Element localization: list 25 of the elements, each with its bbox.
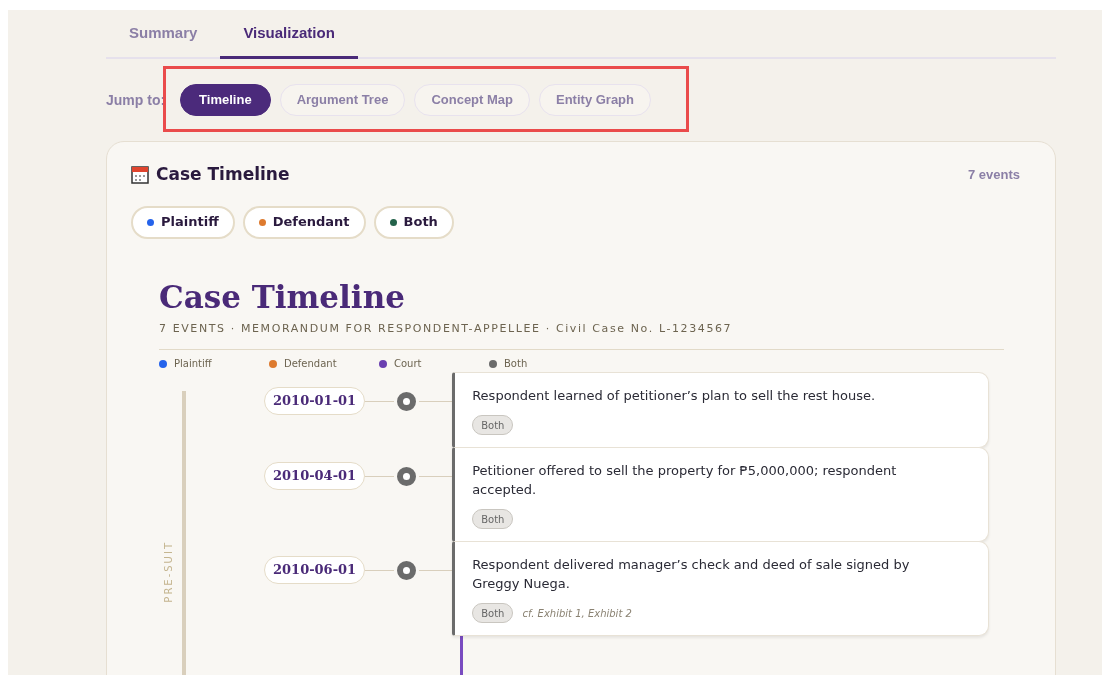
jump-chip[interactable]: Timeline bbox=[180, 84, 271, 116]
panel-title: Case Timeline bbox=[156, 163, 290, 186]
timeline-subtitle: 7 EVENTS · MEMORANDUM FOR RESPONDENT-APPELLEE · Civil Case No. L-1234567 bbox=[159, 320, 1004, 350]
party-tag: Both bbox=[472, 603, 514, 623]
date-pill: 2010-01-01 bbox=[264, 387, 366, 415]
filter-chip[interactable]: Defendant bbox=[242, 205, 366, 239]
calendar-icon bbox=[131, 165, 149, 184]
filter-chip[interactable]: Plaintiff bbox=[131, 205, 235, 239]
legend-label: Court bbox=[394, 357, 422, 371]
tab[interactable]: Visualization bbox=[220, 10, 358, 59]
event-text: Petitioner offered to sell the property for ₱5,000,000; respondent accepted. bbox=[472, 462, 898, 499]
event-text: Respondent learned of petitioner’s plan to sell the rest house. bbox=[472, 387, 877, 405]
timeline-title: Case Timeline bbox=[159, 278, 406, 315]
date-pill: 2010-06-01 bbox=[264, 556, 366, 584]
event-count: 7 events bbox=[967, 166, 1020, 184]
legend-label: Plaintiff bbox=[174, 357, 212, 371]
legend-label: Both bbox=[504, 357, 528, 371]
exhibit-note: cf. Exhibit 1, Exhibit 2 bbox=[522, 606, 632, 621]
party-tag: Both bbox=[472, 415, 514, 435]
date-pill: 2010-04-01 bbox=[264, 462, 366, 490]
filter-chip[interactable]: Both bbox=[373, 205, 454, 239]
event-text: Respondent delivered manager’s check and deed of sale signed by Greggy Nuega. bbox=[472, 556, 911, 593]
legend-label: Defendant bbox=[284, 357, 337, 371]
phase-label: PRE-SUIT bbox=[162, 541, 175, 603]
party-tag: Both bbox=[472, 509, 514, 529]
